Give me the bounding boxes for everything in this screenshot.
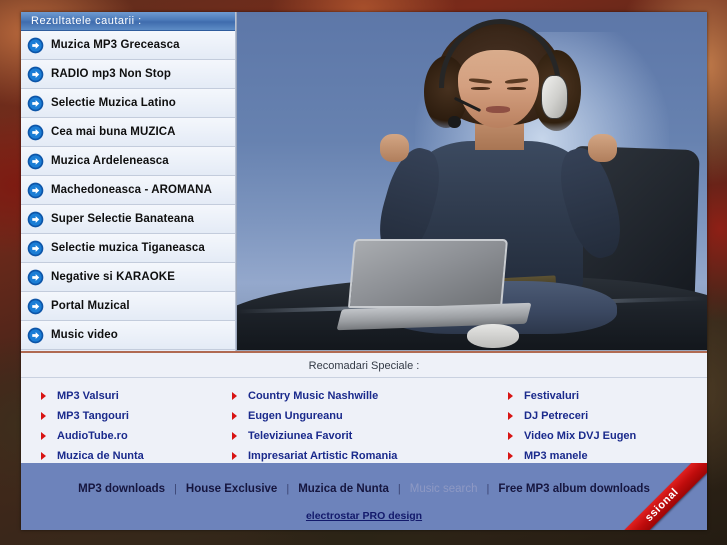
sidebar-item-label: Super Selectie Banateana [51, 213, 195, 225]
sidebar-item-label: Muzica MP3 Greceasca [51, 39, 180, 51]
triangle-right-icon [508, 412, 518, 420]
sidebar-header: Rezultatele cautarii : [21, 12, 235, 31]
arrow-circle-right-icon [27, 327, 44, 343]
arrow-circle-right-icon [27, 240, 44, 256]
sidebar-item-label: Cea mai buna MUZICA [51, 126, 176, 138]
arrow-circle-right-icon [27, 124, 44, 140]
triangle-right-icon [508, 432, 518, 440]
arrow-circle-right-icon [27, 37, 44, 53]
arrow-circle-right-icon [27, 66, 44, 82]
sidebar-item-label: RADIO mp3 Non Stop [51, 68, 171, 80]
recommendation-link[interactable]: MP3 Tangouri [41, 406, 232, 426]
designer-credit-link[interactable]: electrostar PRO design [306, 510, 422, 522]
person-shoe [466, 323, 519, 348]
recommendation-link[interactable]: Eugen Ungureanu [232, 406, 508, 426]
headset-band-icon [438, 19, 561, 88]
footer: MP3 downloads | House Exclusive | Muzica de … [21, 463, 707, 530]
recommendation-link[interactable]: Video Mix DVJ Eugen [508, 426, 707, 446]
recommendation-label: DJ Petreceri [524, 410, 589, 422]
triangle-right-icon [41, 432, 51, 440]
recommendation-link[interactable]: DJ Petreceri [508, 406, 707, 426]
recommendations-grid: MP3 Valsuri Country Music Nashwille Festiv… [21, 378, 707, 466]
headset-mic-tip-icon [448, 115, 461, 129]
sidebar-item-7[interactable]: Selectie muzica Tiganeasca [21, 234, 235, 263]
triangle-right-icon [508, 392, 518, 400]
triangle-right-icon [232, 452, 242, 460]
recommendation-label: Country Music Nashwille [248, 390, 379, 402]
footer-link-1[interactable]: House Exclusive [177, 483, 286, 495]
recommendation-link[interactable]: MP3 Valsuri [41, 386, 232, 406]
sidebar-item-3[interactable]: Cea mai buna MUZICA [21, 118, 235, 147]
triangle-right-icon [508, 452, 518, 460]
person-mouth [485, 106, 510, 113]
triangle-right-icon [41, 412, 51, 420]
arrow-circle-right-icon [27, 298, 44, 314]
sidebar-item-label: Negative si KARAOKE [51, 271, 175, 283]
photo-laptop [336, 239, 532, 331]
person-fist-left [379, 134, 410, 163]
sidebar-item-4[interactable]: Muzica Ardeleneasca [21, 147, 235, 176]
recommendation-label: Impresariat Artistic Romania [248, 450, 398, 462]
recommendations-title: Recomadari Speciale : [308, 360, 420, 372]
sidebar-item-5[interactable]: Machedoneasca - AROMANA [21, 176, 235, 205]
sidebar-item-label: Machedoneasca - AROMANA [51, 184, 212, 196]
recommendation-label: MP3 Valsuri [57, 390, 119, 402]
recommendation-link[interactable]: Festivaluri [508, 386, 707, 406]
triangle-right-icon [41, 392, 51, 400]
recommendation-label: MP3 Tangouri [57, 410, 129, 422]
sidebar-item-2[interactable]: Selectie Muzica Latino [21, 89, 235, 118]
arrow-circle-right-icon [27, 95, 44, 111]
arrow-circle-right-icon [27, 211, 44, 227]
footer-link-2[interactable]: Muzica de Nunta [289, 483, 398, 495]
sidebar-item-1[interactable]: RADIO mp3 Non Stop [21, 60, 235, 89]
recommendation-label: Video Mix DVJ Eugen [524, 430, 637, 442]
sidebar-item-label: Portal Muzical [51, 300, 130, 312]
recommendation-label: AudioTube.ro [57, 430, 128, 442]
recommendation-label: Eugen Ungureanu [248, 410, 343, 422]
content-panel: Rezultatele cautarii : Muzica MP3 Grecea… [21, 12, 707, 530]
recommendation-label: Televiziunea Favorit [248, 430, 353, 442]
recommendation-link[interactable]: Country Music Nashwille [232, 386, 508, 406]
sidebar-item-8[interactable]: Negative si KARAOKE [21, 263, 235, 292]
recommendations-section: Recomadari Speciale : MP3 Valsuri Country… [21, 351, 707, 463]
footer-link-0[interactable]: MP3 downloads [69, 483, 174, 495]
triangle-right-icon [232, 392, 242, 400]
sidebar-item-0[interactable]: Muzica MP3 Greceasca [21, 31, 235, 60]
sidebar-item-list: Muzica MP3 Greceasca RADIO mp3 Non Stop Se… [21, 31, 235, 350]
triangle-right-icon [232, 412, 242, 420]
footer-link-3[interactable]: Music search [401, 483, 487, 495]
sidebar-item-label: Music video [51, 329, 118, 341]
footer-credit-row: electrostar PRO design [21, 495, 707, 524]
arrow-circle-right-icon [27, 269, 44, 285]
recommendation-link[interactable]: AudioTube.ro [41, 426, 232, 446]
sidebar-item-9[interactable]: Portal Muzical [21, 292, 235, 321]
recommendation-link[interactable]: Televiziunea Favorit [232, 426, 508, 446]
sidebar-item-label: Selectie muzica Tiganeasca [51, 242, 205, 254]
triangle-right-icon [41, 452, 51, 460]
arrow-circle-right-icon [27, 153, 44, 169]
sidebar-item-label: Muzica Ardeleneasca [51, 155, 169, 167]
triangle-right-icon [232, 432, 242, 440]
headset-earcup-icon [541, 75, 569, 119]
sidebar-item-label: Selectie Muzica Latino [51, 97, 176, 109]
person-fist-right [587, 134, 618, 163]
recommendation-label: Muzica de Nunta [57, 450, 144, 462]
footer-link-row: MP3 downloads | House Exclusive | Muzica de … [21, 463, 707, 495]
recommendation-label: MP3 manele [524, 450, 588, 462]
laptop-screen [347, 239, 509, 308]
sidebar-item-6[interactable]: Super Selectie Banateana [21, 205, 235, 234]
search-results-sidebar: Rezultatele cautarii : Muzica MP3 Grecea… [21, 12, 236, 351]
sidebar-item-10[interactable]: Music video [21, 321, 235, 350]
recommendation-label: Festivaluri [524, 390, 580, 402]
footer-link-4[interactable]: Free MP3 album downloads [489, 483, 658, 495]
arrow-circle-right-icon [27, 182, 44, 198]
hero-photo [236, 12, 707, 351]
